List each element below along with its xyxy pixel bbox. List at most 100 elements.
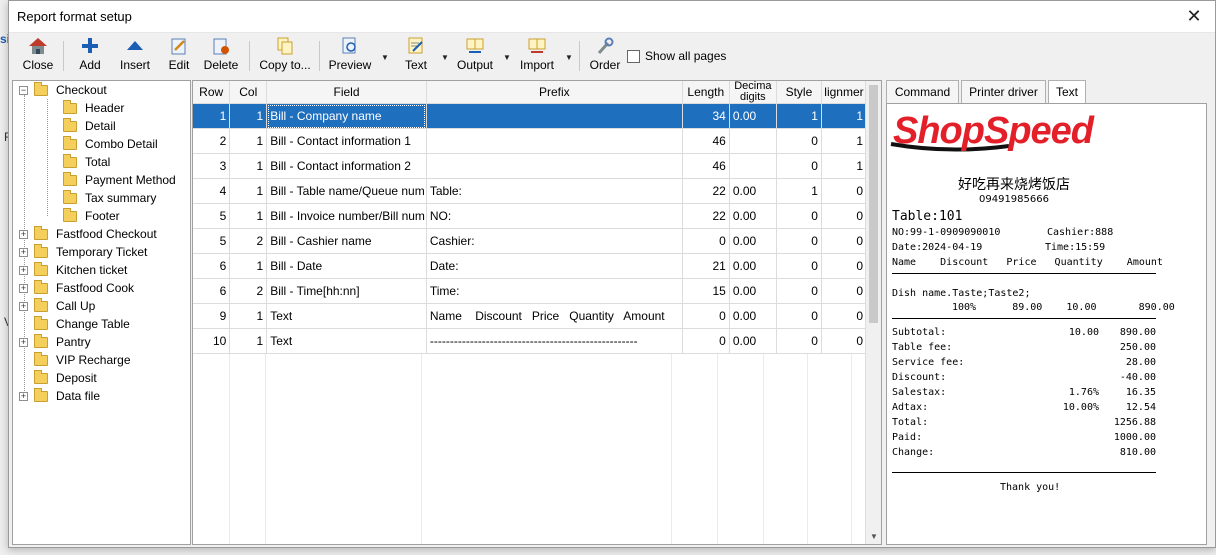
output-dropdown-icon[interactable]: ▼ xyxy=(502,53,512,63)
cell-col[interactable]: 1 xyxy=(229,203,268,229)
cell-field[interactable]: Bill - Table name/Queue num xyxy=(266,178,427,204)
close-window-icon[interactable]: ✕ xyxy=(1183,5,1205,27)
text-dropdown-icon[interactable]: ▼ xyxy=(440,53,450,63)
grid-vertical-scrollbar[interactable]: ▼ xyxy=(865,81,881,544)
cell-col[interactable]: 2 xyxy=(229,228,268,254)
cell-row[interactable]: 4 xyxy=(193,178,231,204)
cell-length[interactable]: 46 xyxy=(682,128,730,154)
cell-alignment[interactable]: 0 xyxy=(821,253,868,279)
preview-button[interactable]: Preview xyxy=(327,35,373,75)
cell-field[interactable]: Bill - Company name xyxy=(266,103,427,129)
cell-col[interactable]: 1 xyxy=(229,253,268,279)
table-row[interactable]: 2 1 Bill - Contact information 1 46 0 1 xyxy=(193,128,868,154)
import-button[interactable]: Import xyxy=(517,35,557,75)
text-button[interactable]: Text xyxy=(399,35,433,75)
import-dropdown-icon[interactable]: ▼ xyxy=(564,53,574,63)
column-header-style[interactable]: Style xyxy=(776,81,822,104)
expand-icon[interactable]: + xyxy=(19,301,28,311)
order-button[interactable]: Order xyxy=(587,35,623,75)
cell-length[interactable]: 0 xyxy=(682,228,730,254)
table-row[interactable]: 5 1 Bill - Invoice number/Bill num NO: 2… xyxy=(193,203,868,229)
column-header-decimal-digits[interactable]: Decima digits xyxy=(729,81,777,104)
cell-alignment[interactable]: 1 xyxy=(821,128,868,154)
cell-decimal[interactable] xyxy=(729,128,777,154)
cell-length[interactable]: 0 xyxy=(682,328,730,354)
expand-icon[interactable]: + xyxy=(19,247,28,257)
cell-row[interactable]: 5 xyxy=(193,228,231,254)
cell-style[interactable]: 0 xyxy=(776,153,822,179)
cell-field[interactable]: Bill - Contact information 2 xyxy=(266,153,427,179)
expand-icon[interactable]: + xyxy=(19,229,28,239)
output-button[interactable]: Output xyxy=(455,35,495,75)
expand-icon[interactable]: + xyxy=(19,265,28,275)
table-row[interactable]: 3 1 Bill - Contact information 2 46 0 1 xyxy=(193,153,868,179)
cell-row[interactable]: 5 xyxy=(193,203,231,229)
column-header-col[interactable]: Col xyxy=(229,81,268,104)
tree-node-kitchen-ticket[interactable]: + Kitchen ticket xyxy=(19,261,127,279)
add-button[interactable]: Add xyxy=(73,35,107,75)
insert-button[interactable]: Insert xyxy=(115,35,155,75)
cell-row[interactable]: 6 xyxy=(193,278,231,304)
table-row[interactable]: 5 2 Bill - Cashier name Cashier: 0 0.00 … xyxy=(193,228,868,254)
cell-length[interactable]: 21 xyxy=(682,253,730,279)
cell-style[interactable]: 0 xyxy=(776,128,822,154)
column-header-field[interactable]: Field xyxy=(266,81,427,104)
cell-prefix[interactable]: ----------------------------------------… xyxy=(426,328,683,354)
tree-node-temporary-ticket[interactable]: + Temporary Ticket xyxy=(19,243,147,261)
cell-prefix[interactable] xyxy=(426,103,683,129)
cell-field[interactable]: Bill - Date xyxy=(266,253,427,279)
cell-alignment[interactable]: 0 xyxy=(821,278,868,304)
cell-col[interactable]: 1 xyxy=(229,303,268,329)
cell-prefix[interactable]: Name Discount Price Quantity Amount xyxy=(426,303,683,329)
tree-node-pantry[interactable]: + Pantry xyxy=(19,333,91,351)
cell-row[interactable]: 2 xyxy=(193,128,231,154)
cell-decimal[interactable]: 0.00 xyxy=(729,203,777,229)
tree-node-payment-method[interactable]: Payment Method xyxy=(63,171,176,189)
cell-style[interactable]: 0 xyxy=(776,303,822,329)
cell-decimal[interactable]: 0.00 xyxy=(729,253,777,279)
cell-col[interactable]: 2 xyxy=(229,278,268,304)
tree-node-deposit[interactable]: Deposit xyxy=(34,369,97,387)
cell-col[interactable]: 1 xyxy=(229,153,268,179)
cell-style[interactable]: 1 xyxy=(776,103,822,129)
cell-decimal[interactable]: 0.00 xyxy=(729,303,777,329)
scroll-down-icon[interactable]: ▼ xyxy=(866,530,881,544)
tree-node-change-table[interactable]: Change Table xyxy=(34,315,130,333)
tab-printer-driver[interactable]: Printer driver xyxy=(961,80,1046,103)
tree-node-detail[interactable]: Detail xyxy=(63,117,116,135)
tree-node-vip-recharge[interactable]: VIP Recharge xyxy=(34,351,131,369)
expand-icon[interactable]: + xyxy=(19,391,28,401)
scrollbar-thumb[interactable] xyxy=(869,85,878,323)
cell-length[interactable]: 22 xyxy=(682,178,730,204)
cell-decimal[interactable]: 0.00 xyxy=(729,228,777,254)
cell-row[interactable]: 1 xyxy=(193,103,231,129)
cell-col[interactable]: 1 xyxy=(229,328,268,354)
cell-field[interactable]: Bill - Contact information 1 xyxy=(266,128,427,154)
close-button[interactable]: Close xyxy=(19,35,57,75)
cell-prefix[interactable] xyxy=(426,153,683,179)
cell-style[interactable]: 0 xyxy=(776,328,822,354)
cell-length[interactable]: 0 xyxy=(682,303,730,329)
tree-node-total[interactable]: Total xyxy=(63,153,110,171)
cell-alignment[interactable]: 0 xyxy=(821,228,868,254)
cell-length[interactable]: 34 xyxy=(682,103,730,129)
column-header-alignment[interactable]: lignmer xyxy=(821,81,868,104)
cell-style[interactable]: 0 xyxy=(776,253,822,279)
tab-text[interactable]: Text xyxy=(1048,80,1086,104)
cell-alignment[interactable]: 1 xyxy=(821,153,868,179)
cell-length[interactable]: 22 xyxy=(682,203,730,229)
cell-style[interactable]: 1 xyxy=(776,178,822,204)
checkbox-box[interactable] xyxy=(627,49,640,63)
cell-alignment[interactable]: 0 xyxy=(821,328,868,354)
cell-row[interactable]: 10 xyxy=(193,328,231,354)
cell-prefix[interactable]: Table: xyxy=(426,178,683,204)
tree-node-fastfood-cook[interactable]: + Fastfood Cook xyxy=(19,279,134,297)
cell-alignment[interactable]: 1 xyxy=(821,103,868,129)
tab-command[interactable]: Command xyxy=(886,80,959,103)
cell-prefix[interactable]: NO: xyxy=(426,203,683,229)
cell-row[interactable]: 3 xyxy=(193,153,231,179)
collapse-icon[interactable]: − xyxy=(19,85,28,95)
cell-length[interactable]: 46 xyxy=(682,153,730,179)
show-all-pages-checkbox[interactable]: Show all pages xyxy=(627,49,726,63)
cell-decimal[interactable] xyxy=(729,153,777,179)
